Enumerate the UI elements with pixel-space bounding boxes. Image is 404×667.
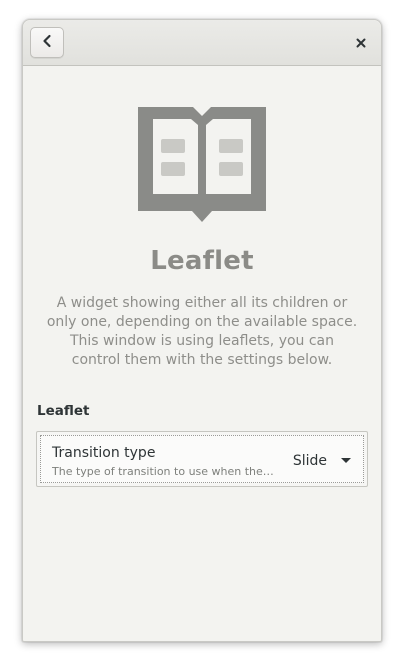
section-title: Leaflet <box>37 403 90 419</box>
window-close-icon <box>355 34 367 53</box>
close-button[interactable] <box>349 31 373 55</box>
preferences-group: Transition type The type of transition t… <box>36 431 368 487</box>
leaflet-window: Leaflet A widget showing either all its … <box>22 19 382 642</box>
page-title: Leaflet <box>150 246 254 276</box>
pan-down-icon[interactable] <box>341 458 351 463</box>
back-button[interactable] <box>30 27 64 58</box>
book-icon <box>137 106 267 224</box>
row-title: Transition type <box>52 445 156 461</box>
leaflet-page: Leaflet A widget showing either all its … <box>23 66 381 641</box>
row-subtitle: The type of transition to use when the l… <box>52 465 274 478</box>
headerbar <box>23 20 381 66</box>
go-previous-icon <box>41 33 53 52</box>
transition-type-value[interactable]: Slide <box>293 453 327 469</box>
page-description: A widget showing either all its children… <box>46 295 358 368</box>
transition-type-row[interactable]: Transition type The type of transition t… <box>40 435 364 483</box>
